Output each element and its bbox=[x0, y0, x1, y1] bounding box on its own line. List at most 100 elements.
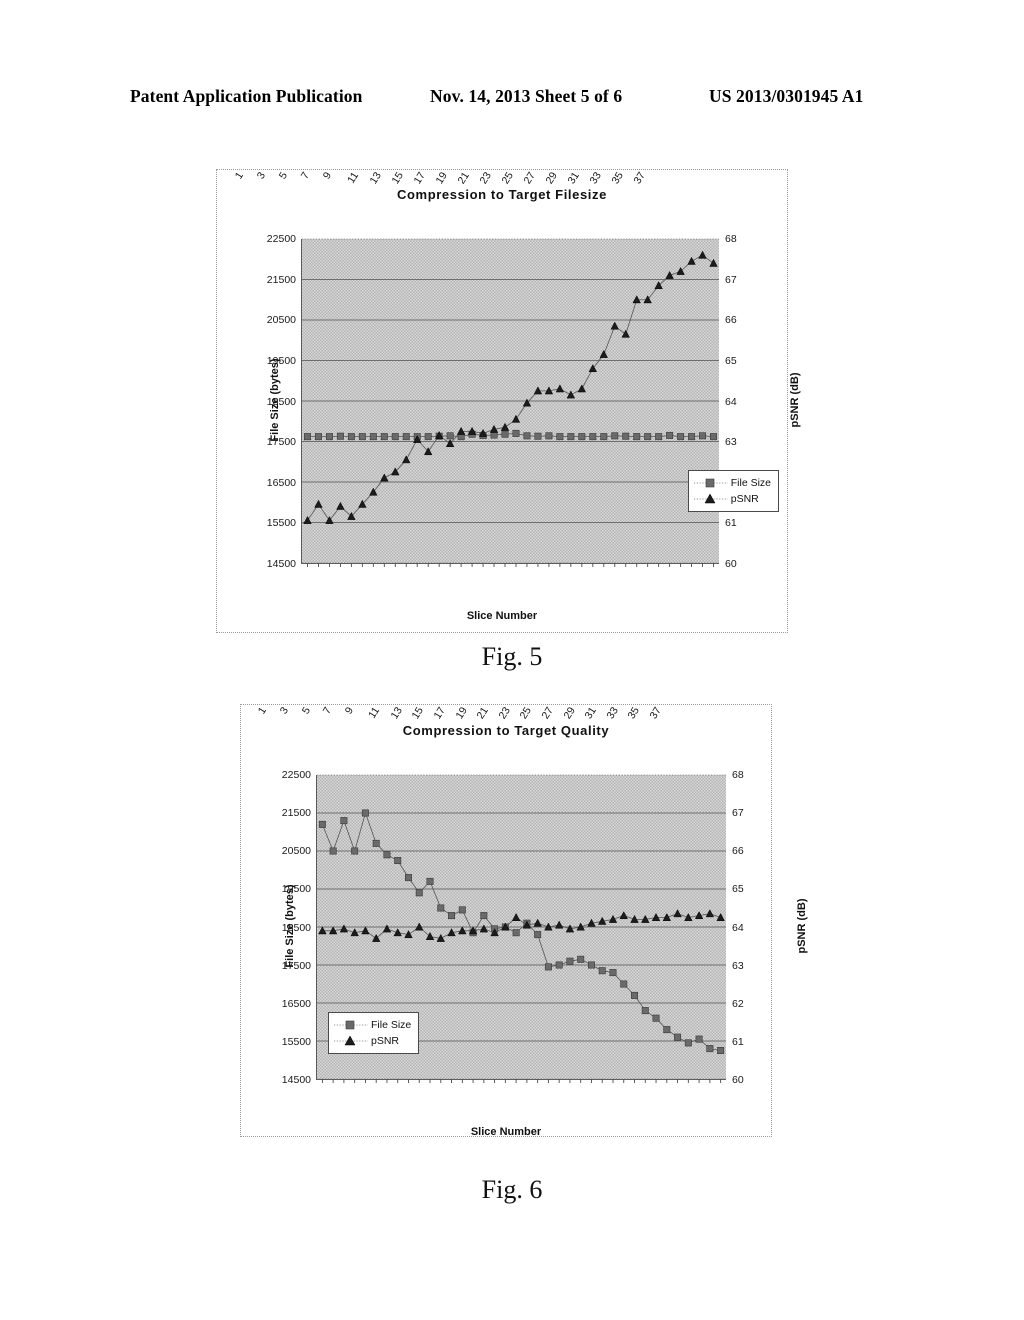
y-left-tick-label: 22500 bbox=[266, 232, 296, 245]
figure-5-frame: Compression to Target Filesize 22500 2150… bbox=[216, 169, 801, 633]
y-right-tick-label: 67 bbox=[725, 273, 737, 286]
x-tick-label: 29 bbox=[542, 170, 560, 187]
x-tick-label: 33 bbox=[604, 705, 621, 722]
x-tick-label: 17 bbox=[410, 170, 428, 187]
legend-label-file-size: File Size bbox=[371, 1019, 412, 1031]
y-left-axis-labels: 22500 21500 20500 19500 18500 17500 16500 15500… bbox=[217, 234, 296, 569]
plot-area bbox=[301, 238, 719, 567]
y-right-axis-title: pSNR (dB) bbox=[796, 898, 808, 953]
y-left-tick-label: 15500 bbox=[281, 1035, 311, 1048]
x-tick-label: 37 bbox=[647, 705, 664, 722]
date-sheet-label: Nov. 14, 2013 Sheet 5 of 6 bbox=[430, 86, 623, 106]
x-tick-label: 33 bbox=[586, 170, 604, 187]
y-right-tick-label: 65 bbox=[732, 883, 744, 896]
x-tick-label: 3 bbox=[254, 170, 268, 182]
x-tick-label: 37 bbox=[630, 170, 648, 187]
x-tick-label: 23 bbox=[476, 170, 494, 187]
x-tick-label: 9 bbox=[342, 705, 356, 717]
x-tick-label: 11 bbox=[366, 705, 383, 721]
y-left-tick-label: 21500 bbox=[281, 806, 311, 819]
x-tick-label: 11 bbox=[344, 170, 361, 186]
legend-label-psnr: pSNR bbox=[730, 493, 759, 505]
y-right-tick-label: 60 bbox=[725, 557, 737, 570]
x-tick-label: 9 bbox=[320, 170, 334, 182]
x-tick-label: 3 bbox=[277, 705, 291, 717]
y-right-tick-label: 61 bbox=[732, 1035, 744, 1048]
y-right-tick-label: 60 bbox=[732, 1073, 744, 1086]
x-tick-label: 5 bbox=[299, 705, 313, 717]
x-tick-label: 1 bbox=[256, 705, 270, 717]
legend-label-file-size: File Size bbox=[730, 477, 771, 489]
x-axis-title: Slice Number bbox=[466, 610, 538, 622]
chart-legend: File Size pSNR bbox=[328, 1012, 420, 1054]
x-tick-label: 27 bbox=[520, 170, 538, 187]
x-tick-label: 19 bbox=[453, 705, 470, 722]
chart-compression-to-target-quality: Compression to Target Quality 22500 21500… bbox=[241, 705, 808, 1138]
x-tick-label: 7 bbox=[320, 705, 335, 717]
y-left-tick-label: 22500 bbox=[281, 768, 311, 781]
y-right-tick-label: 64 bbox=[725, 395, 737, 408]
chart-legend: File Size pSNR bbox=[687, 470, 779, 512]
x-tick-label: 1 bbox=[232, 170, 246, 182]
y-right-tick-label: 65 bbox=[725, 354, 737, 367]
y-left-tick-label: 20500 bbox=[266, 314, 296, 326]
x-tick-label: 15 bbox=[409, 705, 427, 722]
y-right-tick-label: 64 bbox=[732, 921, 744, 934]
x-tick-label: 29 bbox=[560, 705, 578, 722]
x-tick-label: 31 bbox=[564, 170, 582, 187]
x-tick-label: 15 bbox=[388, 170, 406, 187]
x-tick-label: 21 bbox=[454, 170, 472, 187]
x-tick-label: 23 bbox=[496, 705, 513, 722]
y-right-tick-label: 61 bbox=[725, 517, 737, 530]
x-tick-label: 17 bbox=[431, 705, 448, 722]
y-left-axis-title: File Size (bytes) bbox=[269, 357, 281, 442]
y-right-tick-label: 63 bbox=[732, 959, 744, 972]
x-tick-label: 19 bbox=[432, 170, 450, 187]
figure-6-caption: Fig. 6 bbox=[481, 1175, 543, 1204]
x-tick-label: 25 bbox=[498, 170, 516, 187]
x-tick-label: 25 bbox=[517, 705, 535, 722]
y-left-tick-label: 21500 bbox=[266, 273, 296, 286]
figure-6-frame: Compression to Target Quality 22500 21500… bbox=[240, 704, 808, 1138]
legend-item-psnr: pSNR bbox=[693, 491, 771, 507]
y-right-tick-label: 67 bbox=[732, 806, 744, 819]
chart-title: Compression to Target Filesize bbox=[397, 187, 607, 202]
figure-5-caption: Fig. 5 bbox=[481, 642, 543, 671]
y-left-tick-label: 16500 bbox=[266, 476, 296, 489]
y-right-tick-label: 66 bbox=[725, 314, 737, 326]
plot-svg bbox=[302, 238, 719, 567]
x-tick-label: 13 bbox=[366, 170, 384, 187]
x-tick-label: 35 bbox=[625, 705, 643, 722]
chart-title: Compression to Target Quality bbox=[402, 723, 610, 738]
x-tick-label: 35 bbox=[608, 170, 626, 187]
y-right-tick-label: 68 bbox=[732, 768, 744, 781]
x-tick-label: 27 bbox=[539, 705, 556, 722]
legend-item-file-size: File Size bbox=[693, 475, 771, 491]
x-tick-label: 13 bbox=[388, 705, 405, 722]
y-left-tick-label: 14500 bbox=[281, 1073, 311, 1086]
legend-item-file-size: File Size bbox=[334, 1017, 411, 1033]
publication-label: Patent Application Publication bbox=[130, 86, 363, 106]
x-tick-label: 31 bbox=[582, 705, 599, 722]
y-left-axis-labels: 22500 21500 20500 19500 18500 17500 16500 15500… bbox=[241, 770, 311, 1085]
patent-number-label: US 2013/0301945 A1 bbox=[709, 86, 864, 106]
legend-marker-triangle bbox=[693, 493, 728, 504]
legend-marker-square bbox=[693, 478, 728, 488]
legend-item-psnr: pSNR bbox=[334, 1033, 411, 1049]
page-header: Patent Application Publication Nov. 14, … bbox=[0, 86, 1024, 112]
y-left-tick-label: 16500 bbox=[281, 997, 311, 1010]
y-left-tick-label: 20500 bbox=[281, 845, 311, 857]
chart-compression-to-target-filesize: Compression to Target Filesize 22500 2150… bbox=[217, 170, 801, 632]
x-axis-title: Slice Number bbox=[470, 1126, 542, 1138]
y-right-tick-label: 68 bbox=[725, 232, 737, 245]
y-left-axis-title: File Size (bytes) bbox=[284, 883, 296, 968]
y-left-tick-label: 15500 bbox=[266, 517, 296, 530]
y-right-tick-label: 62 bbox=[732, 997, 744, 1010]
legend-label-psnr: pSNR bbox=[371, 1035, 400, 1047]
x-tick-label: 5 bbox=[276, 170, 290, 182]
y-right-axis-title: pSNR (dB) bbox=[789, 372, 801, 427]
legend-marker-triangle bbox=[334, 1035, 368, 1046]
legend-marker-square bbox=[334, 1020, 368, 1030]
x-tick-label: 21 bbox=[474, 705, 492, 722]
y-right-tick-label: 66 bbox=[732, 845, 744, 857]
